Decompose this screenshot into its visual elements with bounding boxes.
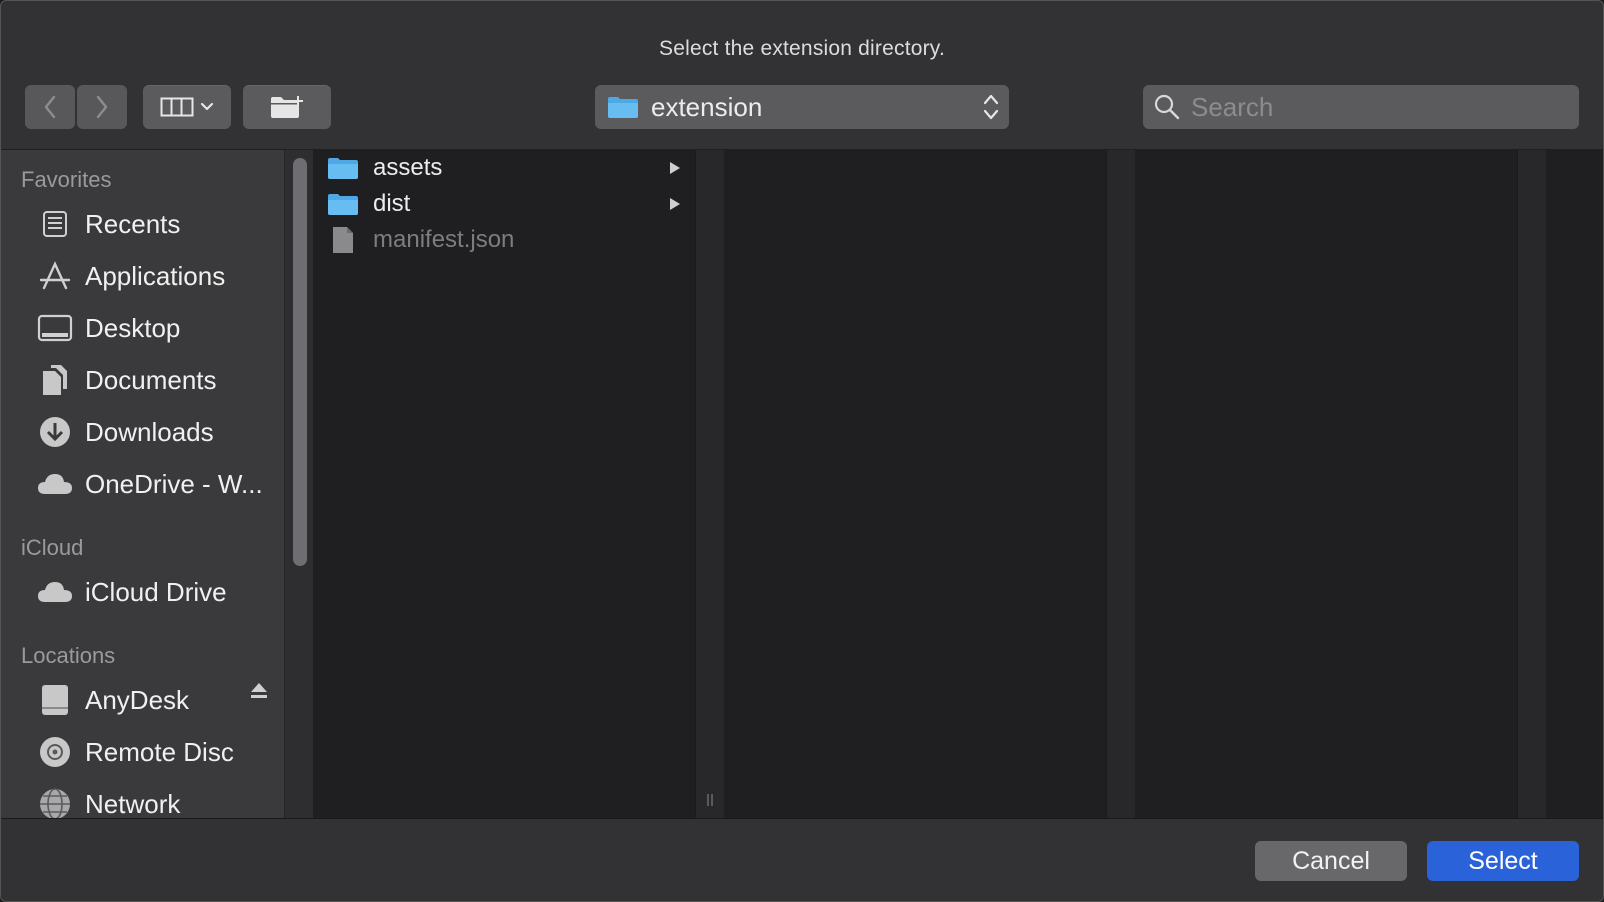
- applications-icon: [37, 258, 73, 294]
- sidebar-item-onedrive[interactable]: OneDrive - W...: [37, 464, 277, 504]
- disc-icon: [37, 734, 73, 770]
- cloud-icon: [37, 574, 73, 610]
- file-row-assets[interactable]: assets: [327, 151, 693, 185]
- file-name: assets: [373, 154, 443, 181]
- sidebar-item-desktop[interactable]: Desktop: [37, 308, 277, 348]
- sidebar-item-downloads[interactable]: Downloads: [37, 412, 277, 452]
- cloud-icon: [37, 466, 73, 502]
- file-row-dist[interactable]: dist: [327, 187, 693, 221]
- sidebar-item-anydesk[interactable]: AnyDesk: [37, 680, 277, 720]
- sidebar-item-recents[interactable]: Recents: [37, 204, 277, 244]
- browser-column-2[interactable]: [724, 150, 1106, 818]
- sidebar-item-label: iCloud Drive: [85, 576, 227, 607]
- sidebar-item-label: Recents: [85, 208, 181, 239]
- chevron-right-icon: [96, 95, 108, 119]
- folder-icon: [608, 97, 638, 118]
- path-popup-label: extension: [651, 91, 763, 122]
- sidebar-item-label: OneDrive - W...: [85, 468, 263, 499]
- folder-icon: [328, 194, 358, 215]
- file-name: dist: [373, 190, 411, 217]
- column-divider[interactable]: [1517, 150, 1547, 818]
- column-view-icon: [160, 97, 194, 117]
- dialog-title: Select the extension directory.: [659, 37, 945, 60]
- browser-column-3[interactable]: [1135, 150, 1517, 818]
- folder-icon: [328, 158, 358, 179]
- sidebar-section-icloud: iCloud: [21, 535, 84, 560]
- document-icon: [333, 227, 353, 253]
- chevron-down-icon: [200, 102, 214, 111]
- documents-icon: [37, 362, 73, 398]
- sidebar-item-label: AnyDesk: [85, 684, 190, 715]
- file-row-manifest[interactable]: manifest.json: [327, 223, 693, 257]
- back-button[interactable]: [25, 85, 75, 129]
- disclosure-arrow-icon: [670, 198, 680, 210]
- sidebar-item-icloud-drive[interactable]: iCloud Drive: [37, 572, 277, 612]
- sidebar-item-label: Desktop: [85, 312, 181, 343]
- forward-button[interactable]: [77, 85, 127, 129]
- sidebar-scrollbar[interactable]: [284, 150, 313, 818]
- search-icon: [1154, 94, 1180, 120]
- downloads-icon: [37, 414, 73, 450]
- browser-column-4[interactable]: [1546, 150, 1603, 818]
- disclosure-arrow-icon: [670, 162, 680, 174]
- select-button[interactable]: Select: [1427, 841, 1579, 881]
- sidebar-item-applications[interactable]: Applications: [37, 256, 277, 296]
- column-resize-grip-icon[interactable]: [705, 793, 715, 807]
- new-folder-button[interactable]: [243, 85, 331, 129]
- recents-icon: [37, 206, 73, 242]
- sidebar-item-label: Documents: [85, 364, 217, 395]
- path-popup-button[interactable]: extension: [595, 85, 1009, 129]
- search-field[interactable]: [1143, 85, 1579, 129]
- search-input[interactable]: [1189, 90, 1553, 124]
- navigation-group: [25, 85, 127, 129]
- sidebar-item-label: Remote Disc: [85, 736, 234, 767]
- view-mode-button[interactable]: [143, 85, 231, 129]
- sidebar-scrollbar-thumb[interactable]: [293, 158, 307, 566]
- sidebar-item-label: Downloads: [85, 416, 214, 447]
- sidebar-section-favorites: Favorites: [21, 167, 112, 192]
- new-folder-icon: [271, 96, 303, 118]
- drive-icon: [37, 682, 73, 718]
- sidebar-section-locations: Locations: [21, 643, 116, 668]
- desktop-icon: [37, 310, 73, 346]
- sidebar-item-remote-disc[interactable]: Remote Disc: [37, 732, 277, 772]
- column-divider[interactable]: [1106, 150, 1136, 818]
- eject-icon[interactable]: [249, 681, 269, 701]
- updown-chevron-icon: [983, 94, 999, 120]
- cancel-button[interactable]: Cancel: [1255, 841, 1407, 881]
- network-icon: [37, 786, 73, 822]
- sidebar-item-documents[interactable]: Documents: [37, 360, 277, 400]
- sidebar-item-label: Network: [85, 788, 181, 819]
- column-divider[interactable]: [695, 150, 725, 818]
- file-name: manifest.json: [373, 226, 515, 253]
- chevron-left-icon: [44, 95, 56, 119]
- sidebar-item-label: Applications: [85, 260, 226, 291]
- open-panel-dialog: Select the extension directory. extensio…: [0, 0, 1604, 902]
